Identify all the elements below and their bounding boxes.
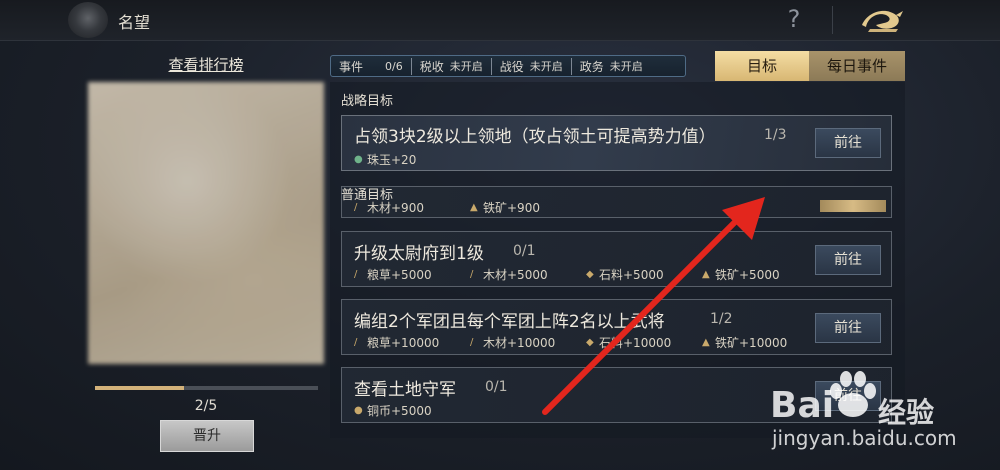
reward-text: 铜币+5000 xyxy=(367,404,432,418)
coin-icon: ● xyxy=(354,404,363,416)
stat-affairs: 政务 未开启 xyxy=(570,57,651,75)
reward-text: 石料+5000 xyxy=(599,268,664,282)
section-normal: 普通目标 xyxy=(341,188,394,203)
go-button[interactable]: 前往 xyxy=(815,128,881,158)
reward: ● 珠玉+20 xyxy=(354,151,416,168)
goal-title: 查看土地守军 xyxy=(354,380,456,400)
grain-icon: / xyxy=(354,268,358,280)
reward-text: 石料+10000 xyxy=(599,336,672,350)
goal-progress: 0/1 xyxy=(513,243,536,259)
reward-text: 珠玉+20 xyxy=(367,153,417,167)
reward: ◆ 石料+5000 xyxy=(586,266,702,283)
stat-value: 未开启 xyxy=(529,60,563,73)
page-title: 名望 xyxy=(118,13,151,32)
stat-tax: 税收 未开启 xyxy=(410,57,491,75)
stat-label: 税收 xyxy=(419,59,444,74)
goal-title: 占领3块2级以上领地（攻占领土可提高势力值） xyxy=(354,127,716,147)
reward: ● 铜币+5000 xyxy=(354,402,432,419)
stat-value: 未开启 xyxy=(449,60,483,73)
reward: / 木材+5000 xyxy=(470,266,586,283)
iron-icon: ▲ xyxy=(470,201,478,213)
portrait-image xyxy=(88,82,324,364)
reward: ▲ 铁矿+10000 xyxy=(702,334,787,351)
stat-campaign: 战役 未开启 xyxy=(490,57,571,75)
stats-bar: 事件 0/6 税收 未开启 战役 未开启 政务 未开启 xyxy=(330,55,686,77)
reward-text: 铁矿+900 xyxy=(483,201,540,215)
goal-progress: 0/1 xyxy=(485,379,508,395)
reward: ▲ 铁矿+5000 xyxy=(702,266,780,283)
tab-goal[interactable]: 目标 xyxy=(715,51,809,81)
wood-icon: / xyxy=(470,268,474,280)
reward: ▲ 铁矿+900 xyxy=(470,199,540,216)
go-button[interactable]: 前往 xyxy=(815,245,881,275)
jade-icon: ● xyxy=(354,153,363,165)
reward: / 粮草+5000 xyxy=(354,266,470,283)
goal-progress: 1/2 xyxy=(710,311,733,327)
promote-button[interactable]: 晋升 xyxy=(160,420,254,452)
stat-label: 战役 xyxy=(499,59,524,74)
goal-title: 升级太尉府到1级 xyxy=(354,244,484,264)
section-strategic: 战略目标 xyxy=(341,94,394,109)
goal-progress: 1/3 xyxy=(764,127,787,143)
help-icon[interactable]: ? xyxy=(782,5,806,33)
watermark-brand-cn: 经验 xyxy=(878,396,935,429)
reward-list: / 粮草+5000 / 木材+5000 ◆ 石料+5000 ▲ 铁矿+5000 xyxy=(354,266,780,283)
stone-icon: ◆ xyxy=(586,336,594,348)
rank-progress-bar xyxy=(95,386,318,390)
reward-list: / 粮草+10000 / 木材+10000 ◆ 石料+10000 ▲ 铁矿+10… xyxy=(354,334,787,351)
divider xyxy=(832,6,833,34)
watermark-brand: Bai xyxy=(770,385,835,426)
goal-title: 编组2个军团且每个军团上阵2名以上武将 xyxy=(354,312,665,332)
goal-card: 编组2个军团且每个军团上阵2名以上武将 1/2 / 粮草+10000 / 木材+… xyxy=(341,299,892,355)
wood-icon: / xyxy=(354,201,358,213)
reward: / 木材+10000 xyxy=(470,334,586,351)
reward-list: ● 铜币+5000 xyxy=(354,402,432,419)
dragon-back-icon[interactable] xyxy=(856,5,906,35)
iron-icon: ▲ xyxy=(702,268,710,280)
stone-icon: ◆ xyxy=(586,268,594,280)
grain-icon: / xyxy=(354,336,358,348)
watermark-url: jingyan.baidu.com xyxy=(772,426,957,450)
stat-label: 政务 xyxy=(579,59,604,74)
reward-text: 木材+5000 xyxy=(483,268,548,282)
wood-icon: / xyxy=(470,336,474,348)
reward: ◆ 石料+10000 xyxy=(586,334,702,351)
goal-card: / 木材+900 ▲ 铁矿+900 xyxy=(341,186,892,218)
reward-text: 粮草+10000 xyxy=(367,336,440,350)
reward-text: 木材+10000 xyxy=(483,336,556,350)
stat-events: 事件 0/6 xyxy=(331,58,411,75)
iron-icon: ▲ xyxy=(702,336,710,348)
leaderboard-link[interactable]: 查看排行榜 xyxy=(158,54,254,75)
goal-card: 升级太尉府到1级 0/1 / 粮草+5000 / 木材+5000 ◆ 石料+50… xyxy=(341,231,892,287)
reward-text: 粮草+5000 xyxy=(367,268,432,282)
emblem-icon xyxy=(68,2,108,38)
rank-progress-text: 2/5 xyxy=(194,398,218,414)
rank-progress-fill xyxy=(95,386,185,390)
tab-daily-events[interactable]: 每日事件 xyxy=(809,51,905,81)
reward-list: ● 珠玉+20 xyxy=(354,151,416,168)
reward-text: 铁矿+10000 xyxy=(715,336,788,350)
go-button[interactable]: 前往 xyxy=(815,313,881,343)
reward-text: 铁矿+5000 xyxy=(715,268,780,282)
stat-value: 未开启 xyxy=(609,60,643,73)
reward: / 粮草+10000 xyxy=(354,334,470,351)
stat-label: 事件 xyxy=(339,59,364,74)
stat-value: 0/6 xyxy=(385,59,403,73)
go-button[interactable] xyxy=(820,200,886,212)
goal-card: 占领3块2级以上领地（攻占领土可提高势力值） 1/3 ● 珠玉+20 前往 xyxy=(341,115,892,171)
top-bar: 名望 ? xyxy=(0,0,1000,41)
